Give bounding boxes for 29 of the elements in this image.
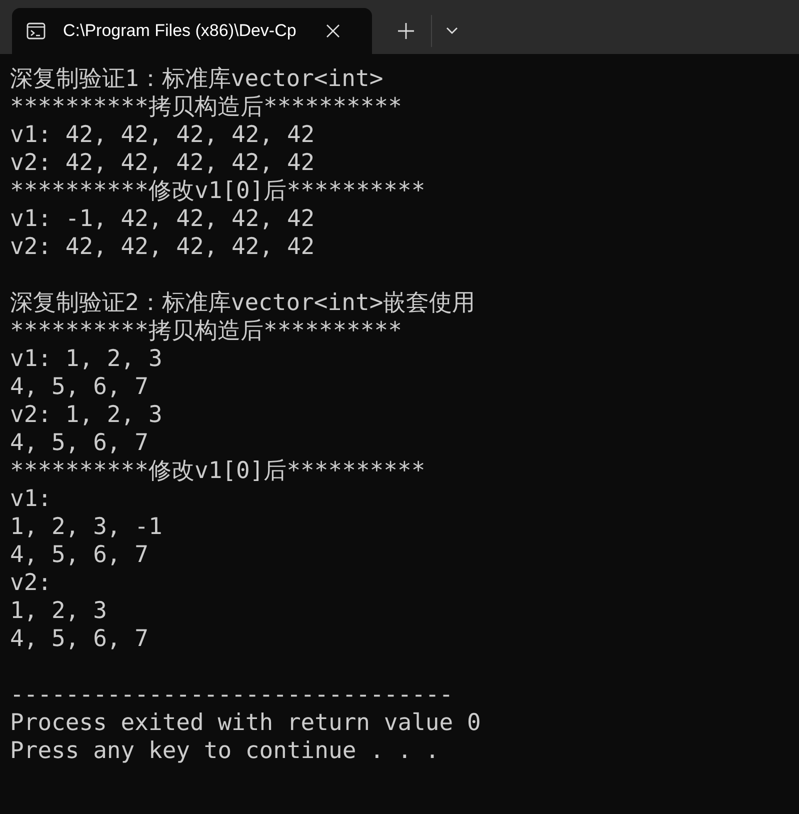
console-line: **********修改v1[0]后********** [10, 177, 426, 205]
close-icon[interactable] [326, 24, 340, 38]
console-line: **********拷贝构造后********** [10, 93, 403, 121]
console-line: v2: 42, 42, 42, 42, 42 [10, 233, 316, 261]
console-line: 1, 2, 3 [10, 597, 108, 625]
console-line: v2: 1, 2, 3 [10, 401, 164, 429]
console-line: v1: 42, 42, 42, 42, 42 [10, 121, 316, 149]
add-tab-icon[interactable] [398, 23, 414, 39]
console-line: 4, 5, 6, 7 [10, 429, 150, 457]
console-line: v2: 42, 42, 42, 42, 42 [10, 149, 316, 177]
chevron-down-icon[interactable] [446, 27, 458, 35]
console-line: v1: -1, 42, 42, 42, 42 [10, 205, 316, 233]
console-line: 深复制验证2：标准库vector<int>嵌套使用 [10, 289, 476, 317]
console-line: v2: [10, 569, 53, 597]
console-line: Process exited with return value 0 [10, 709, 482, 737]
terminal-tab[interactable]: C:\Program Files (x86)\Dev-Cp [12, 8, 372, 54]
console-line: v1: 1, 2, 3 [10, 345, 164, 373]
console-line: v1: [10, 485, 53, 513]
console-line: 4, 5, 6, 7 [10, 373, 150, 401]
console-line: -------------------------------- [10, 681, 454, 709]
console-line: 4, 5, 6, 7 [10, 541, 150, 569]
tab-title: C:\Program Files (x86)\Dev-Cp [63, 21, 298, 41]
console-line: 4, 5, 6, 7 [10, 625, 150, 653]
console-line: **********拷贝构造后********** [10, 317, 403, 345]
console-line: 深复制验证1：标准库vector<int> [10, 65, 384, 93]
console-line: 1, 2, 3, -1 [10, 513, 164, 541]
console-line: Press any key to continue . . . [10, 737, 440, 765]
console-line: **********修改v1[0]后********** [10, 457, 426, 485]
terminal-icon [26, 21, 46, 41]
